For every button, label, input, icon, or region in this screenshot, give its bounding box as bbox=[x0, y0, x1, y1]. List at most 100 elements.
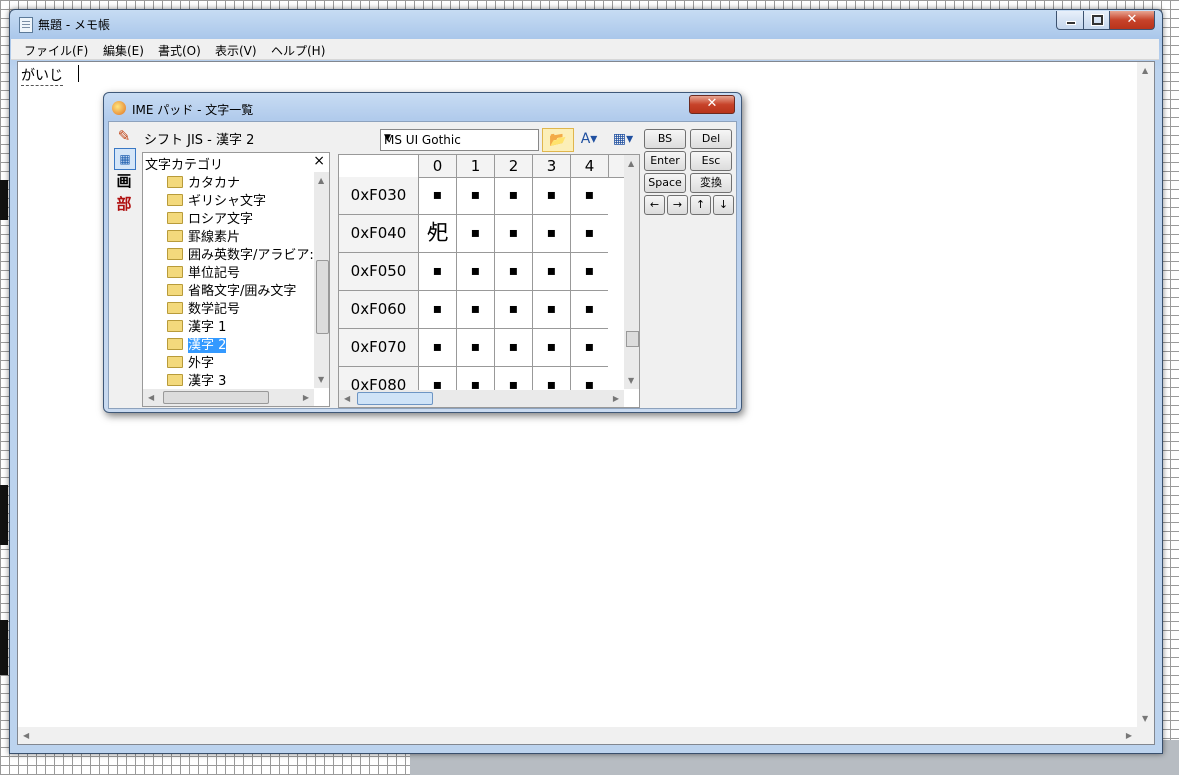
view-options-button[interactable]: ▦▾ bbox=[608, 128, 638, 150]
scroll-down-icon[interactable]: ▼ bbox=[628, 376, 634, 385]
character-cell[interactable]: ▪ bbox=[418, 291, 456, 329]
character-cell[interactable]: ▪ bbox=[532, 291, 570, 329]
minimize-button[interactable] bbox=[1056, 11, 1084, 30]
category-item[interactable]: 囲み英数字/アラビア: bbox=[167, 244, 314, 263]
category-item-selected[interactable]: 漢字 2 bbox=[167, 334, 227, 353]
category-item[interactable]: カタカナ bbox=[167, 172, 240, 191]
open-folder-button[interactable]: 📂 bbox=[542, 128, 574, 152]
character-cell[interactable]: ▪ bbox=[456, 215, 494, 253]
character-cell[interactable]: ▪ bbox=[494, 177, 532, 215]
character-grid[interactable]: 0 1 2 3 4 0xF030 0xF040 0xF050 0xF060 0x… bbox=[338, 154, 640, 408]
notepad-icon[interactable] bbox=[19, 17, 33, 33]
scroll-right-icon[interactable]: ▶ bbox=[613, 394, 619, 403]
delete-button[interactable]: Del bbox=[690, 129, 732, 149]
character-cell[interactable]: ▪ bbox=[456, 253, 494, 291]
character-cell[interactable]: ▪ bbox=[494, 291, 532, 329]
editor-text[interactable]: がいじ bbox=[21, 65, 63, 86]
char-list-tool-icon[interactable]: ▦ bbox=[114, 148, 136, 170]
vertical-scrollbar[interactable]: ▲ ▼ bbox=[1137, 62, 1154, 727]
category-item[interactable]: 外字 bbox=[167, 352, 214, 371]
character-cell[interactable]: ▪ bbox=[456, 291, 494, 329]
close-button[interactable]: ✕ bbox=[1109, 11, 1155, 30]
menu-file[interactable]: ファイル(F) bbox=[24, 42, 88, 59]
radical-tool[interactable]: 部 bbox=[114, 194, 134, 214]
character-cell[interactable]: ▪ bbox=[532, 215, 570, 253]
category-item[interactable]: 省略文字/囲み文字 bbox=[167, 280, 296, 299]
stroke-count-tool[interactable]: 画 bbox=[114, 171, 134, 191]
arrow-left-button[interactable]: ← bbox=[644, 195, 665, 215]
scroll-thumb[interactable] bbox=[163, 391, 269, 404]
category-pane-title: 文字カテゴリ bbox=[145, 158, 224, 173]
character-cell[interactable]: ▪ bbox=[456, 329, 494, 367]
scroll-left-icon[interactable]: ◀ bbox=[23, 731, 29, 740]
menu-view[interactable]: 表示(V) bbox=[215, 42, 257, 59]
character-cell[interactable]: ▪ bbox=[532, 177, 570, 215]
scroll-left-icon[interactable]: ◀ bbox=[344, 394, 350, 403]
character-cell[interactable]: ▪ bbox=[570, 253, 608, 291]
space-button[interactable]: Space bbox=[644, 173, 686, 193]
character-cell[interactable]: ▪ bbox=[570, 329, 608, 367]
horizontal-scrollbar[interactable]: ◀ ▶ bbox=[18, 727, 1137, 744]
grid-horizontal-scrollbar[interactable]: ◀ ▶ bbox=[339, 390, 624, 407]
menu-format[interactable]: 書式(O) bbox=[158, 42, 201, 59]
character-cell[interactable]: ▪ bbox=[418, 329, 456, 367]
category-item[interactable]: 単位記号 bbox=[167, 262, 240, 281]
character-cell[interactable]: 𢀸 bbox=[418, 215, 456, 253]
category-tree[interactable]: カタカナ ギリシャ文字 ロシア文字 罫線素片 囲み英数字/アラビア: 単位記号 … bbox=[142, 172, 330, 407]
scroll-down-icon[interactable]: ▼ bbox=[318, 375, 324, 384]
scroll-right-icon[interactable]: ▶ bbox=[1126, 731, 1132, 740]
character-cell[interactable]: ▪ bbox=[456, 177, 494, 215]
category-item[interactable]: 数学記号 bbox=[167, 298, 240, 317]
category-item[interactable]: ロシア文字 bbox=[167, 208, 253, 227]
scroll-thumb[interactable] bbox=[357, 392, 433, 405]
handwriting-tool-icon[interactable]: ✎ bbox=[114, 126, 134, 146]
character-cell[interactable]: ▪ bbox=[532, 253, 570, 291]
menu-edit[interactable]: 編集(E) bbox=[103, 42, 144, 59]
scroll-up-icon[interactable]: ▲ bbox=[1142, 66, 1148, 75]
grid-vertical-scrollbar[interactable]: ▲ ▼ bbox=[624, 155, 639, 389]
character-cell[interactable]: ▪ bbox=[418, 177, 456, 215]
character-cell[interactable]: ▪ bbox=[494, 253, 532, 291]
column-header: 3 bbox=[532, 155, 570, 178]
menu-help[interactable]: ヘルプ(H) bbox=[271, 42, 325, 59]
character-cell[interactable]: ▪ bbox=[570, 215, 608, 253]
column-header: 4 bbox=[570, 155, 608, 178]
scroll-down-icon[interactable]: ▼ bbox=[1142, 714, 1148, 723]
maximize-button[interactable] bbox=[1083, 11, 1110, 30]
category-item[interactable]: 罫線素片 bbox=[167, 226, 240, 245]
character-cell[interactable]: ▪ bbox=[570, 291, 608, 329]
font-select[interactable]: MS UI Gothic ▼ bbox=[380, 129, 539, 151]
ime-pad-window: IME パッド - 文字一覧 ✕ ✎ ▦ 画 部 シフト JIS - 漢字 2 … bbox=[103, 92, 742, 413]
scroll-left-icon[interactable]: ◀ bbox=[148, 393, 154, 402]
character-cell[interactable]: ▪ bbox=[494, 215, 532, 253]
category-vertical-scrollbar[interactable]: ▲ ▼ bbox=[314, 172, 329, 388]
size-grip[interactable] bbox=[1137, 727, 1154, 744]
arrow-down-button[interactable]: ↓ bbox=[713, 195, 734, 215]
category-item[interactable]: ギリシャ文字 bbox=[167, 190, 266, 209]
ime-pad-close-button[interactable]: ✕ bbox=[689, 95, 735, 114]
title-bar[interactable]: 無題 - メモ帳 ✕ bbox=[10, 10, 1162, 38]
arrow-right-button[interactable]: → bbox=[667, 195, 688, 215]
font-size-button[interactable]: A▾ bbox=[574, 128, 604, 150]
category-horizontal-scrollbar[interactable]: ◀ ▶ bbox=[143, 389, 314, 406]
category-item[interactable]: 漢字 3 bbox=[167, 370, 226, 389]
backspace-button[interactable]: BS bbox=[644, 129, 686, 149]
character-cell[interactable]: ▪ bbox=[532, 329, 570, 367]
scroll-thumb[interactable] bbox=[626, 331, 639, 347]
escape-button[interactable]: Esc bbox=[690, 151, 732, 171]
category-pane-close-icon[interactable]: × bbox=[313, 153, 325, 169]
scroll-up-icon[interactable]: ▲ bbox=[628, 159, 634, 168]
scroll-right-icon[interactable]: ▶ bbox=[303, 393, 309, 402]
arrow-up-button[interactable]: ↑ bbox=[690, 195, 711, 215]
scroll-up-icon[interactable]: ▲ bbox=[318, 176, 324, 185]
enter-button[interactable]: Enter bbox=[644, 151, 686, 171]
character-cell[interactable]: ▪ bbox=[570, 177, 608, 215]
text-caret bbox=[78, 65, 79, 82]
character-cell[interactable]: ▪ bbox=[418, 253, 456, 291]
character-cell[interactable]: ▪ bbox=[494, 329, 532, 367]
scroll-thumb[interactable] bbox=[316, 260, 329, 334]
convert-button[interactable]: 変換 bbox=[690, 173, 732, 193]
category-item[interactable]: 漢字 1 bbox=[167, 316, 226, 335]
folder-icon bbox=[167, 176, 183, 188]
folder-icon bbox=[167, 212, 183, 224]
